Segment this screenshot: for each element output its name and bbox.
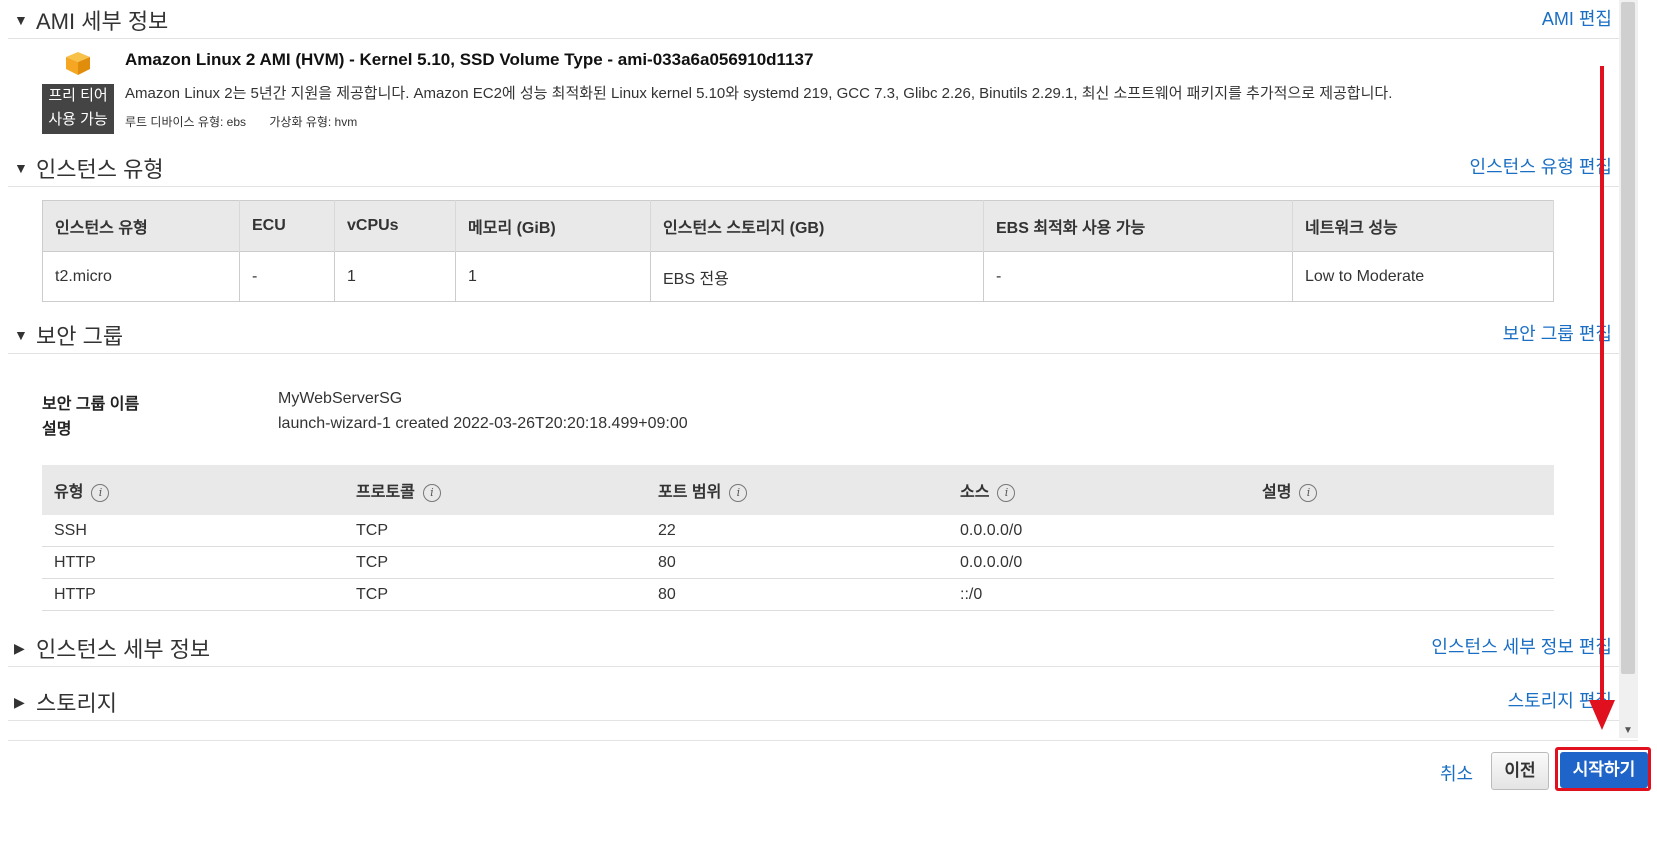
column-header-description: 설명 i (1250, 465, 1554, 515)
rule-protocol: TCP (344, 546, 646, 579)
edit-instance-details-link[interactable]: 인스턴스 세부 정보 편집 (1431, 633, 1612, 659)
security-group-name-label: 보안 그룹 이름 (42, 396, 140, 413)
free-tier-badge: 프리 티어 사용 가능 (42, 84, 114, 134)
rule-desc (1250, 546, 1554, 579)
instance-type-table: 인스턴스 유형 ECU vCPUs 메모리 (GiB) 인스턴스 스토리지 (G… (42, 200, 1554, 302)
column-header-label: 소스 (960, 484, 990, 501)
ami-section-title: AMI 세부 정보 (36, 9, 169, 34)
root-device-type: 루트 디바이스 유형: ebs (125, 115, 247, 129)
storage-section-title: 스토리지 (36, 691, 117, 716)
table-header-row: 유형 i 프로토콜 i 포트 범위 i 소스 i 설명 i (42, 465, 1554, 515)
info-icon[interactable]: i (729, 483, 748, 502)
ami-name: Amazon Linux 2 AMI (HVM) - Kernel 5.10, … (125, 50, 814, 69)
info-icon[interactable]: i (91, 483, 110, 502)
column-header-type: 유형 i (42, 465, 344, 515)
package-icon (66, 52, 90, 75)
rule-source: ::/0 (948, 578, 1250, 611)
table-row: HTTP TCP 80 ::/0 (42, 578, 1554, 611)
security-group-section-header[interactable]: ▼ 보안 그룹 보안 그룹 편집 (8, 315, 1628, 354)
table-row: HTTP TCP 80 0.0.0.0/0 (42, 546, 1554, 579)
cancel-link[interactable]: 취소 (1440, 760, 1473, 786)
caret-down-icon[interactable]: ▼ (14, 327, 28, 343)
launch-button[interactable]: 시작하기 (1560, 752, 1648, 788)
column-header: 메모리 (GiB) (455, 200, 651, 252)
rule-source: 0.0.0.0/0 (948, 515, 1250, 547)
column-header-label: 유형 (54, 484, 84, 501)
column-header-protocol: 프로토콜 i (344, 465, 646, 515)
instance-type-section-title: 인스턴스 유형 (36, 157, 164, 182)
previous-button[interactable]: 이전 (1491, 752, 1549, 790)
scroll-down-arrow-icon[interactable]: ▼ (1623, 725, 1633, 736)
review-page: ▼ AMI 세부 정보 AMI 편집 프리 티어 사용 가능 Amazon Li… (0, 0, 1638, 738)
instance-type-section-header[interactable]: ▼ 인스턴스 유형 인스턴스 유형 편집 (8, 148, 1628, 187)
table-cell: Low to Moderate (1292, 251, 1554, 302)
footer-divider (8, 740, 1638, 741)
free-tier-line1: 프리 티어 (48, 87, 108, 104)
table-cell: - (983, 251, 1293, 302)
rule-type: HTTP (42, 546, 344, 579)
rule-port: 80 (646, 546, 948, 579)
column-header: 인스턴스 유형 (42, 200, 240, 252)
rule-protocol: TCP (344, 515, 646, 547)
security-group-section-title: 보안 그룹 (36, 324, 124, 349)
table-row: SSH TCP 22 0.0.0.0/0 (42, 515, 1554, 547)
instance-details-section-header[interactable]: ▶ 인스턴스 세부 정보 인스턴스 세부 정보 편집 (8, 628, 1628, 667)
rule-desc (1250, 578, 1554, 611)
info-icon[interactable]: i (422, 483, 441, 502)
table-cell: EBS 전용 (650, 251, 984, 302)
column-header-port-range: 포트 범위 i (646, 465, 948, 515)
free-tier-line2: 사용 가능 (48, 111, 108, 128)
table-header-row: 인스턴스 유형 ECU vCPUs 메모리 (GiB) 인스턴스 스토리지 (G… (42, 200, 1554, 252)
rule-port: 80 (646, 578, 948, 611)
table-cell: - (239, 251, 335, 302)
info-icon[interactable]: i (997, 483, 1016, 502)
security-group-desc-value: launch-wizard-1 created 2022-03-26T20:20… (278, 415, 688, 432)
edit-instance-type-link[interactable]: 인스턴스 유형 편집 (1470, 153, 1612, 179)
column-header-label: 설명 (1262, 484, 1292, 501)
rule-protocol: TCP (344, 578, 646, 611)
storage-section-header[interactable]: ▶ 스토리지 스토리지 편집 (8, 682, 1628, 721)
ami-meta: 루트 디바이스 유형: ebs 가상화 유형: hvm (125, 113, 377, 130)
vertical-scrollbar[interactable]: ▼ (1619, 0, 1638, 738)
column-header: vCPUs (334, 200, 456, 252)
column-header-source: 소스 i (948, 465, 1250, 515)
rule-desc (1250, 515, 1554, 547)
security-group-name-value: MyWebServerSG (278, 390, 403, 407)
column-header: ECU (239, 200, 335, 252)
instance-details-section-title: 인스턴스 세부 정보 (36, 637, 211, 662)
info-icon[interactable]: i (1299, 483, 1318, 502)
table-cell: 1 (334, 251, 456, 302)
security-rules-table: 유형 i 프로토콜 i 포트 범위 i 소스 i 설명 i SSH TCP 22 0.0.… (42, 465, 1554, 611)
caret-down-icon[interactable]: ▼ (14, 12, 28, 28)
caret-right-icon[interactable]: ▶ (14, 694, 25, 711)
ami-section-header[interactable]: ▼ AMI 세부 정보 AMI 편집 (8, 0, 1628, 39)
rule-type: SSH (42, 515, 344, 547)
column-header: 네트워크 성능 (1292, 200, 1554, 252)
rule-type: HTTP (42, 578, 344, 611)
table-cell: 1 (455, 251, 651, 302)
column-header: 인스턴스 스토리지 (GB) (650, 200, 984, 252)
caret-right-icon[interactable]: ▶ (14, 640, 25, 657)
column-header-label: 포트 범위 (658, 484, 722, 501)
edit-storage-link[interactable]: 스토리지 편집 (1508, 687, 1612, 713)
table-cell: t2.micro (42, 251, 240, 302)
caret-down-icon[interactable]: ▼ (14, 160, 28, 176)
rule-source: 0.0.0.0/0 (948, 546, 1250, 579)
rule-port: 22 (646, 515, 948, 547)
virtualization-type: 가상화 유형: hvm (269, 115, 358, 129)
column-header-label: 프로토콜 (356, 484, 415, 501)
security-group-desc-label: 설명 (42, 421, 72, 438)
table-row: t2.micro - 1 1 EBS 전용 - Low to Moderate (42, 251, 1554, 302)
scrollbar-thumb[interactable] (1621, 2, 1635, 674)
ami-description: Amazon Linux 2는 5년간 지원을 제공합니다. Amazon EC… (125, 85, 1393, 102)
edit-ami-link[interactable]: AMI 편집 (1542, 5, 1612, 31)
column-header: EBS 최적화 사용 가능 (983, 200, 1293, 252)
edit-security-group-link[interactable]: 보안 그룹 편집 (1503, 320, 1612, 346)
